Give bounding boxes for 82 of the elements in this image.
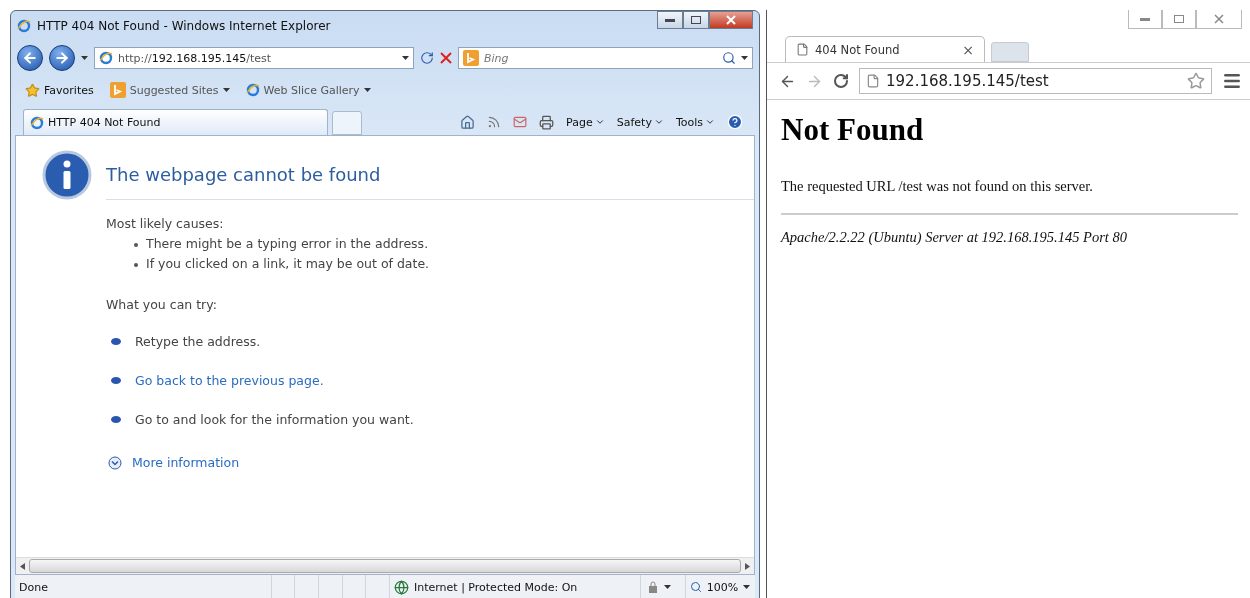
- menu-icon[interactable]: [1222, 71, 1242, 91]
- address-field[interactable]: http://192.168.195.145/test: [94, 47, 414, 69]
- page-icon: [866, 74, 880, 88]
- caret-icon[interactable]: [402, 55, 409, 61]
- horizontal-scrollbar[interactable]: [16, 557, 754, 574]
- search-icon[interactable]: [722, 51, 736, 65]
- search-field[interactable]: Bing: [458, 47, 753, 69]
- close-icon[interactable]: [440, 52, 452, 64]
- minimize-icon: [1140, 17, 1150, 21]
- bullet-icon: [111, 338, 121, 345]
- security-zone[interactable]: Internet | Protected Mode: On: [413, 580, 578, 594]
- command-menu[interactable]: Safety: [616, 115, 664, 129]
- caret-icon[interactable]: [741, 55, 748, 61]
- favorites-bar-item[interactable]: Suggested Sites: [109, 82, 230, 98]
- command-menu[interactable]: Page: [566, 115, 605, 129]
- browser-tab[interactable]: 404 Not Found ×: [785, 36, 985, 62]
- caret-icon: [594, 117, 605, 127]
- cause-item: There might be a typing error in the address.: [146, 236, 429, 251]
- caret-icon: [705, 117, 715, 127]
- page-icon: [796, 43, 809, 56]
- maximize-button[interactable]: [683, 11, 709, 29]
- scroll-right-icon[interactable]: [745, 562, 750, 570]
- browser-logo-icon: [99, 51, 113, 65]
- bullet-icon: [134, 242, 138, 247]
- caret-icon[interactable]: [743, 584, 751, 590]
- close-button[interactable]: [709, 11, 753, 29]
- zoom-level[interactable]: 100%: [706, 580, 739, 594]
- browser-logo-icon: [30, 115, 44, 130]
- favorites-bar-item[interactable]: Web Slice Gallery: [245, 83, 371, 97]
- caret-icon[interactable]: [222, 87, 230, 93]
- maximize-icon: [691, 16, 701, 24]
- command-menu[interactable]: Tools: [675, 115, 715, 129]
- maximize-icon: [1174, 15, 1184, 23]
- zoom-icon[interactable]: [689, 581, 702, 593]
- globe-icon: [393, 579, 409, 595]
- close-icon: [726, 15, 736, 25]
- forward-button[interactable]: [49, 45, 75, 71]
- page-heading: Not Found: [781, 112, 925, 148]
- caret-icon[interactable]: [81, 55, 88, 61]
- refresh-icon[interactable]: [420, 51, 434, 65]
- browser-logo-icon: [245, 83, 260, 97]
- info-icon: [42, 150, 92, 200]
- more-information-link[interactable]: More information: [108, 455, 754, 470]
- forward-arrow-icon: [54, 50, 70, 66]
- rss-icon[interactable]: [487, 115, 502, 129]
- section-title: Most likely causes:: [106, 216, 225, 231]
- back-link[interactable]: Go back to the previous page.: [135, 373, 324, 388]
- printer-icon[interactable]: [539, 114, 555, 130]
- error-message: The requested URL /test was not found on this server.: [781, 178, 1094, 195]
- status-text: Done: [19, 580, 48, 594]
- caret-icon[interactable]: [664, 584, 672, 590]
- home-icon[interactable]: [460, 114, 476, 130]
- scroll-left-icon[interactable]: [20, 562, 25, 570]
- bing-logo-icon: [463, 50, 479, 66]
- help-icon[interactable]: [727, 114, 743, 130]
- tab-close-button[interactable]: ×: [962, 41, 974, 58]
- suggestion-text: Go to and look for the information you want.: [135, 412, 414, 427]
- browser-logo-icon: [17, 19, 31, 33]
- mail-icon[interactable]: [513, 115, 528, 129]
- caret-icon[interactable]: [363, 87, 371, 93]
- cause-item: If you clicked on a link, it may be out of date.: [146, 256, 430, 271]
- minimize-icon: [665, 18, 675, 22]
- bullet-icon: [111, 377, 121, 384]
- bing-logo-icon: [109, 82, 126, 98]
- close-icon: [1214, 14, 1224, 24]
- address-field[interactable]: 192.168.195.145/test: [859, 68, 1212, 94]
- browser-tab[interactable]: HTTP 404 Not Found: [23, 109, 328, 135]
- star-icon: [25, 82, 40, 98]
- expand-icon: [108, 455, 122, 470]
- section-title: What you can try:: [106, 297, 218, 312]
- star-icon[interactable]: [1187, 72, 1205, 90]
- caret-icon: [653, 117, 664, 127]
- favorites-bar-item[interactable]: Favorites: [25, 82, 94, 98]
- back-button[interactable]: [17, 45, 43, 71]
- server-signature: Apache/2.2.22 (Ubuntu) Server at 192.168.195.145 Port 80: [781, 229, 1128, 246]
- suggestion-text: Retype the address.: [135, 334, 261, 349]
- reload-icon[interactable]: [833, 73, 849, 89]
- minimize-button[interactable]: [657, 11, 683, 29]
- error-heading: The webpage cannot be found: [106, 164, 754, 200]
- window-title: HTTP 404 Not Found - Windows Internet Explorer: [37, 19, 332, 33]
- bullet-icon: [111, 416, 121, 423]
- bullet-icon: [134, 262, 138, 267]
